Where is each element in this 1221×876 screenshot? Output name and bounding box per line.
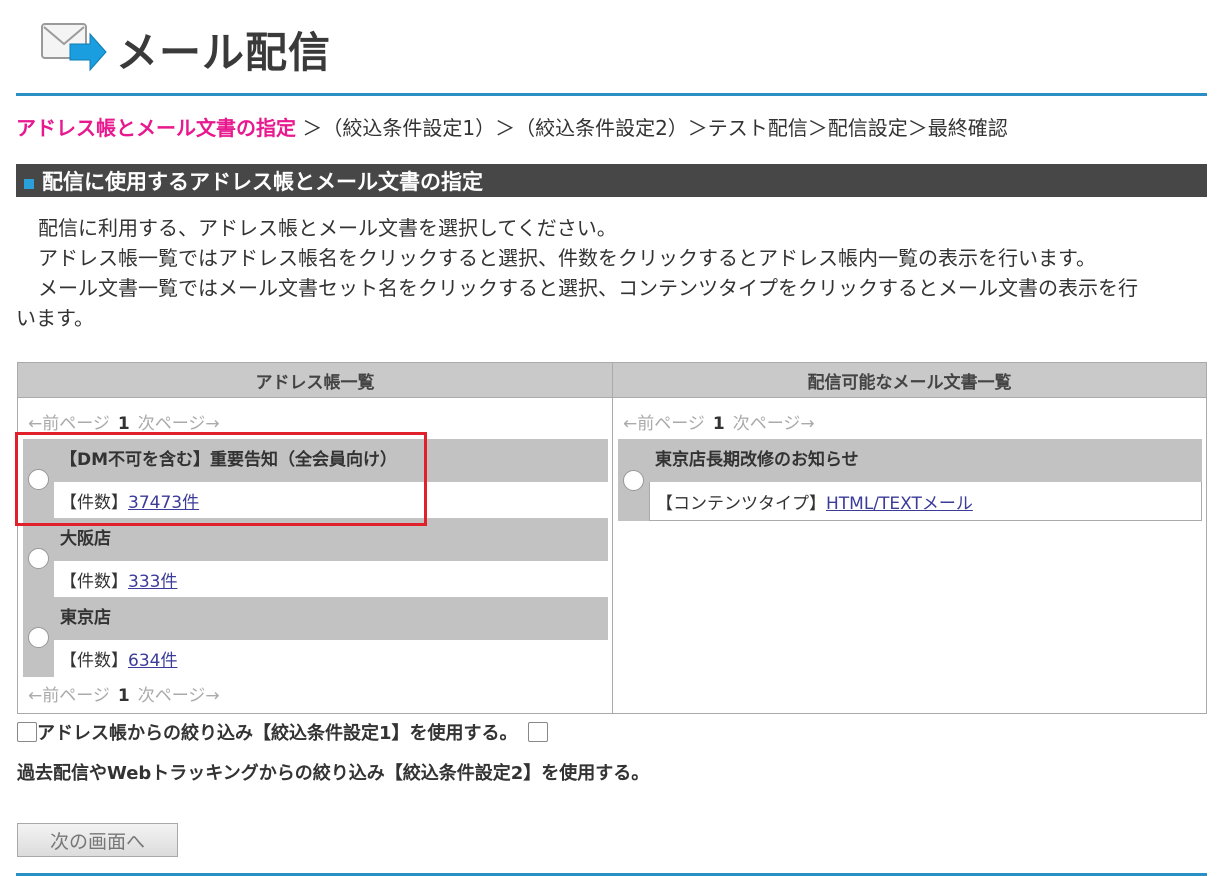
filter1-label: アドレス帳からの絞り込み【絞込条件設定1】を使用する。 [37,723,518,744]
mail-pager-top: ←前ページ 1 次ページ→ [623,409,815,434]
instruction-line: メール文書一覧ではメール文書セット名をクリックすると選択、コンテンツタイプをクリ… [38,276,1138,300]
address-book-radio[interactable] [28,547,49,569]
address-book-item: 東京店 【件数】634件 [23,597,608,677]
count-link[interactable]: 333件 [128,572,177,592]
address-book-radio-cell [23,518,54,598]
mail-document-panel: 配信可能なメール文書一覧 ←前ページ 1 次ページ→ 東京店長期改修のお知らせ 【コ… [613,363,1206,713]
count-link[interactable]: 634件 [128,651,177,671]
breadcrumb-current-step: アドレス帳とメール文書の指定 [16,116,296,140]
address-book-radio[interactable] [28,626,49,648]
instruction-line: アドレス帳一覧ではアドレス帳名をクリックすると選択、件数をクリックするとアドレス… [38,246,1096,270]
mail-document-name[interactable]: 東京店長期改修のお知らせ [649,439,1202,482]
next-page-link: 次ページ→ [732,414,815,434]
page-number: 1 [117,686,130,706]
highlight-box [15,432,427,526]
address-pager-top: ←前ページ 1 次ページ→ [28,409,220,434]
page-title: メール配信 [116,27,332,77]
breadcrumb: アドレス帳とメール文書の指定 ＞（絞込条件設定1）＞（絞込条件設定2）＞テスト配… [16,112,1008,141]
address-pager-bottom: ←前ページ 1 次ページ→ [28,681,220,706]
prev-page-link: ←前ページ [28,414,110,434]
next-page-link: 次ページ→ [137,686,220,706]
address-book-item: 大阪店 【件数】333件 [23,518,608,598]
mail-send-icon [40,20,108,78]
address-book-count: 【件数】634件 [54,640,608,677]
content-type-link[interactable]: HTML/TEXTメール [826,494,973,514]
section-header: 配信に使用するアドレス帳とメール文書の指定 [16,164,1207,197]
instruction-line: います。 [16,306,94,330]
instruction-line: 配信に利用する、アドレス帳とメール文書を選択してください。 [38,216,617,240]
mail-document-item: 東京店長期改修のお知らせ 【コンテンツタイプ】HTML/TEXTメール [618,439,1202,521]
mail-document-radio[interactable] [623,469,644,491]
page-header: メール配信 [40,18,331,80]
header-divider [16,93,1207,96]
address-book-count: 【件数】333件 [54,561,608,598]
address-book-header: アドレス帳一覧 [18,363,612,398]
mail-content-type: 【コンテンツタイプ】HTML/TEXTメール [649,482,1202,521]
content-type-label: 【コンテンツタイプ】 [656,494,826,514]
next-screen-button[interactable]: 次の画面へ [17,823,178,857]
prev-page-link: ←前ページ [28,686,110,706]
instructions: 配信に利用する、アドレス帳とメール文書を選択してください。 アドレス帳一覧ではア… [16,213,1206,333]
prev-page-link: ←前ページ [623,414,705,434]
square-bullet-icon [24,178,34,189]
next-page-link: 次ページ→ [137,414,220,434]
mail-document-radio-cell [618,439,649,521]
address-book-name[interactable]: 東京店 [54,597,608,640]
filter1-checkbox[interactable] [17,722,37,742]
filter1-option: アドレス帳からの絞り込み【絞込条件設定1】を使用する。 [17,719,548,745]
address-book-radio-cell [23,597,54,677]
breadcrumb-remaining-steps: ＞（絞込条件設定1）＞（絞込条件設定2）＞テスト配信＞配信設定＞最終確認 [296,116,1008,140]
section-title: 配信に使用するアドレス帳とメール文書の指定 [42,169,483,194]
filter2-label: 過去配信やWebトラッキングからの絞り込み【絞込条件設定2】を使用する。 [17,763,650,784]
page-number: 1 [117,414,130,434]
selection-lists: アドレス帳一覧 ←前ページ 1 次ページ→ 【DM不可を含む】重要告知（全会員向け）… [17,362,1207,714]
address-book-panel: アドレス帳一覧 ←前ページ 1 次ページ→ 【DM不可を含む】重要告知（全会員向け）… [18,363,613,713]
mail-document-header: 配信可能なメール文書一覧 [613,363,1206,398]
count-label: 【件数】 [60,651,128,671]
page-number: 1 [712,414,725,434]
filter2-checkbox[interactable] [527,722,548,742]
count-label: 【件数】 [60,572,128,592]
